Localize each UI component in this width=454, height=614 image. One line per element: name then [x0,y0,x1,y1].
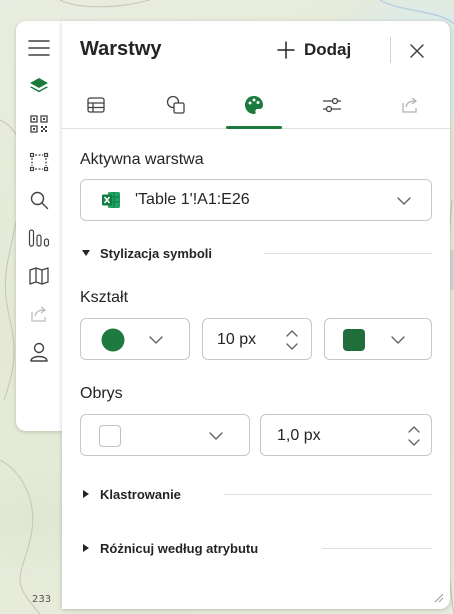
circle-shape-icon [101,328,125,352]
map-button[interactable] [19,257,59,295]
select-area-icon [29,152,49,172]
shape-size-stepper[interactable]: 10 px [202,318,312,360]
panel-title: Warstwy [80,38,162,60]
tab-shapes[interactable] [146,83,206,127]
add-button[interactable]: Dodaj [276,33,351,67]
shape-size-value: 10 px [217,331,257,348]
tab-table[interactable] [66,83,126,127]
palette-icon [245,96,263,114]
group-divider [264,253,432,254]
close-icon [410,44,424,58]
select-area-button[interactable] [19,143,59,181]
menu-button[interactable] [19,29,59,67]
tab-export[interactable] [380,83,440,127]
outline-label: Obrys [80,385,123,402]
stepper-icon[interactable] [407,422,421,450]
vary-by-attribute-label: Różnicuj według atrybutu [100,540,259,556]
search-button[interactable] [19,181,59,219]
color-swatch [343,329,365,351]
group-divider [322,548,432,549]
map-scale-label: 233 [32,594,52,605]
active-layer-label: Aktywna warstwa [80,151,204,168]
clustering-label: Klastrowanie [100,486,181,502]
panel-header: Warstwy Dodaj [62,21,450,79]
symbol-styling-label: Stylizacja symboli [100,245,212,261]
outline-width-stepper[interactable]: 1,0 px [260,414,432,456]
menu-icon [28,40,50,56]
outline-width-value: 1,0 px [277,427,321,444]
qr-button[interactable] [19,105,59,143]
layers-button[interactable] [19,67,59,105]
resize-grip-icon[interactable] [432,591,444,603]
add-button-label: Dodaj [304,40,352,59]
active-layer-value: 'Table 1'!A1:E26 [135,191,250,208]
chevron-down-icon [149,336,163,344]
tab-settings[interactable] [302,83,362,127]
tab-styling[interactable] [224,83,284,129]
shapes-icon [166,95,185,114]
vary-by-attribute-header[interactable]: Różnicuj według atrybutu [82,538,258,558]
plus-icon [277,41,295,59]
qr-grid-icon [30,115,48,133]
chevron-down-icon [391,336,405,344]
shape-label: Kształt [80,289,129,306]
tab-bar [62,83,450,129]
shape-picker[interactable] [80,318,190,360]
group-divider [224,494,432,495]
share-icon [31,306,47,322]
caret-down-icon [82,250,90,256]
symbol-styling-header[interactable]: Stylizacja symboli [82,243,212,263]
user-button[interactable] [19,333,59,371]
caret-right-icon [83,490,89,498]
stepper-icon[interactable] [285,326,299,354]
export-icon [402,97,418,113]
map-icon [29,267,49,285]
chart-button[interactable] [19,219,59,257]
chart-icon [28,229,50,247]
close-button[interactable] [402,36,432,66]
search-icon [30,191,49,210]
sliders-icon [323,97,341,113]
excel-icon [102,192,120,208]
clustering-header[interactable]: Klastrowanie [82,484,181,504]
user-icon [30,342,48,362]
shape-color-picker[interactable] [324,318,432,360]
caret-right-icon [83,544,89,552]
left-toolbar [16,21,62,431]
table-icon [87,97,105,113]
outline-color-picker[interactable] [80,414,250,456]
header-divider [390,37,391,63]
share-button[interactable] [19,295,59,333]
chevron-down-icon [209,432,223,440]
outline-swatch [99,425,121,447]
layers-icon [30,78,48,93]
active-layer-dropdown[interactable]: 'Table 1'!A1:E26 [80,179,432,221]
layers-panel: Warstwy Dodaj Aktywna warstwa 'Table 1'!… [62,21,450,609]
chevron-down-icon [397,197,411,205]
